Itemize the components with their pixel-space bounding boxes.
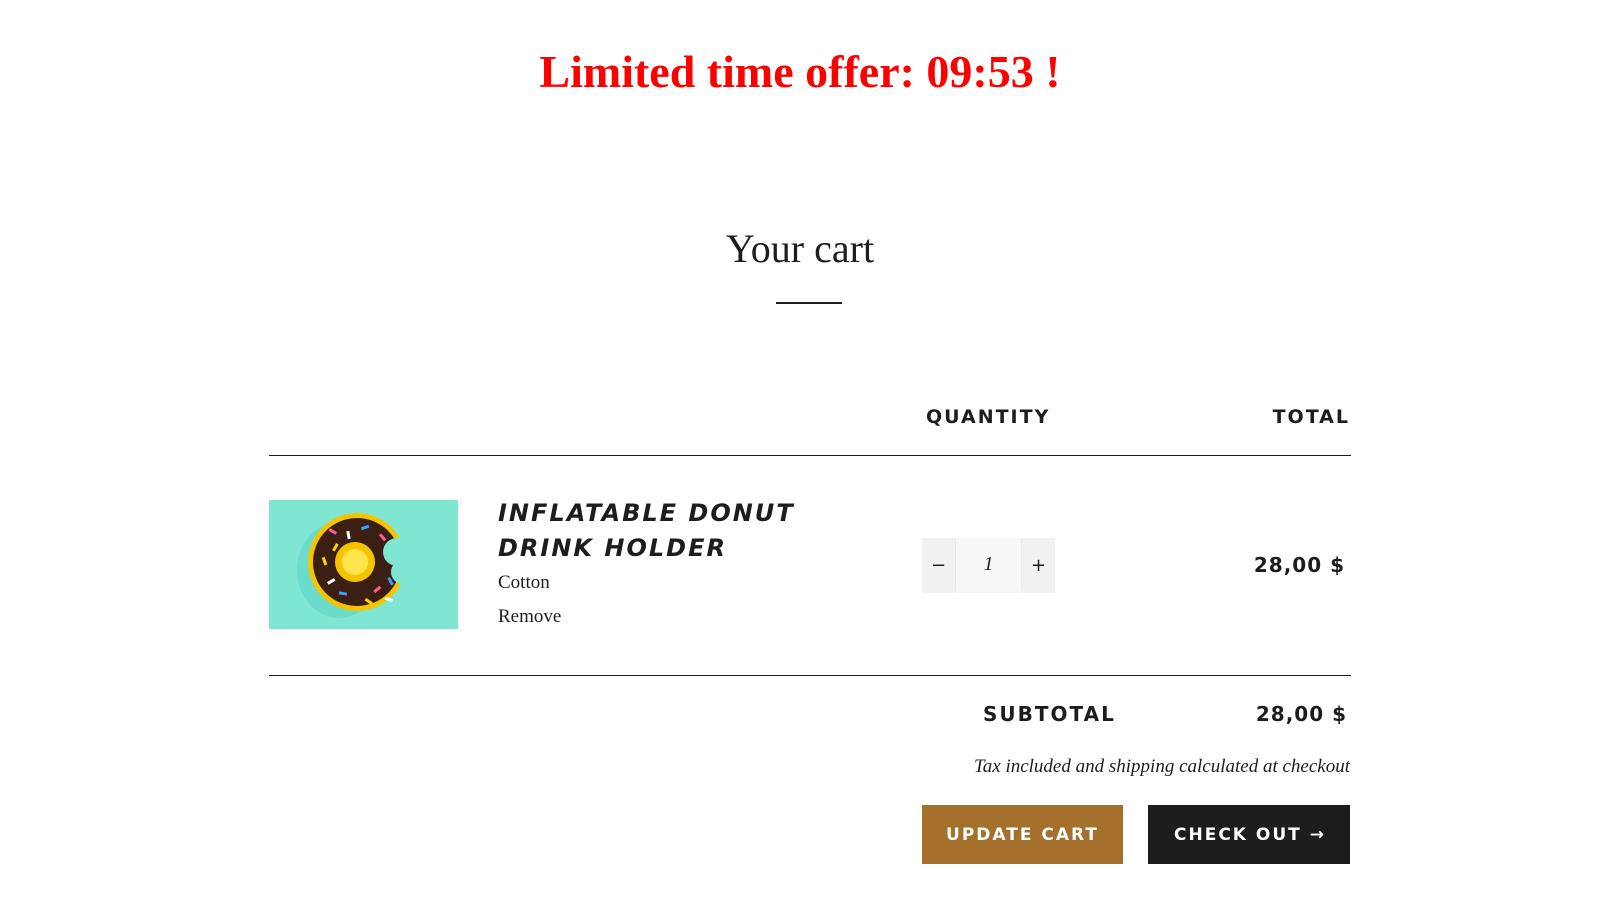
arrow-right-icon: → (1309, 824, 1324, 845)
table-top-divider (269, 455, 1351, 456)
quantity-input[interactable] (955, 538, 1022, 591)
total-column-header: TOTAL (1272, 406, 1350, 428)
remove-item-link[interactable]: Remove (498, 604, 561, 630)
decrease-quantity-button[interactable]: − (922, 538, 955, 593)
line-item-total: 28,00 $ (1253, 553, 1345, 577)
page-title: Your cart (725, 226, 875, 271)
subtotal-value: 28,00 $ (1255, 702, 1347, 726)
update-cart-label: UPDATE CART (946, 824, 1099, 845)
quantity-column-header: QUANTITY (926, 406, 1051, 428)
table-bottom-divider (269, 675, 1351, 676)
product-image[interactable] (269, 500, 458, 629)
increase-quantity-button[interactable]: + (1022, 538, 1055, 593)
quantity-stepper: − + (922, 538, 1055, 593)
checkout-button[interactable]: CHECK OUT → (1148, 805, 1350, 864)
donut-image-icon (269, 500, 458, 629)
limited-offer-banner: Limited time offer: 09:53 ! (539, 46, 1061, 97)
update-cart-button[interactable]: UPDATE CART (922, 805, 1123, 864)
product-variant: Cotton (498, 572, 550, 593)
subtotal-label: SUBTOTAL (983, 702, 1116, 726)
title-divider (776, 302, 842, 304)
product-name-link[interactable]: INFLATABLE DONUT DRINK HOLDER (498, 496, 858, 566)
tax-shipping-note: Tax included and shipping calculated at … (973, 756, 1350, 777)
checkout-label: CHECK OUT (1174, 824, 1302, 845)
